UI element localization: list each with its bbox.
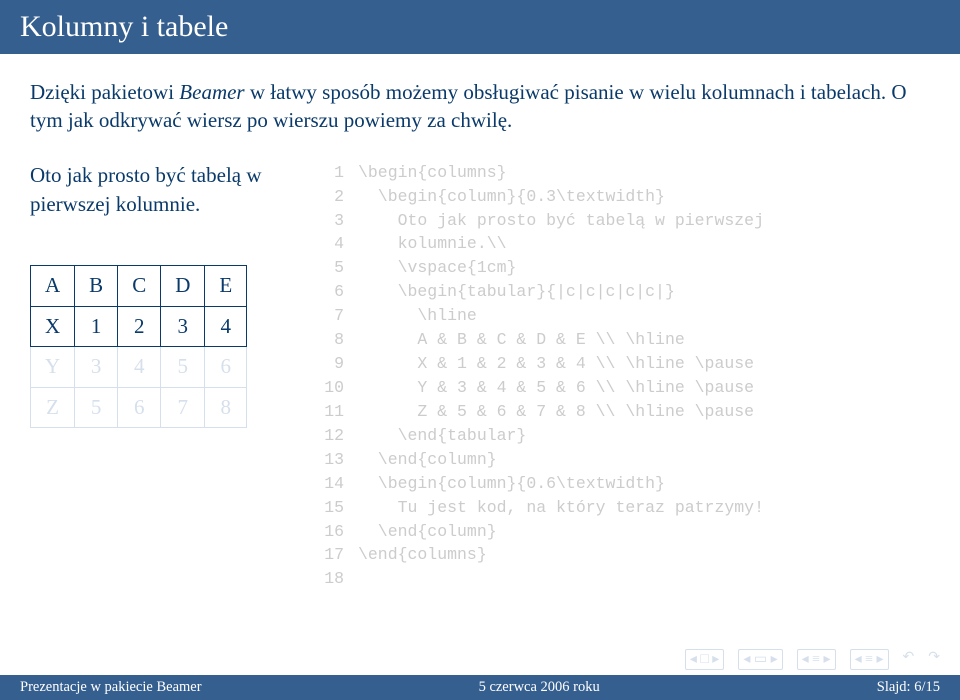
nav-subsection-icon[interactable]: ◂ ▭ ▸ xyxy=(738,649,782,670)
footer-left: Prezentacje w pakiecie Beamer xyxy=(20,679,202,696)
footer-right: Slajd: 6/15 xyxy=(877,679,940,696)
table-row: X 1 2 3 4 xyxy=(31,306,247,346)
table-row: Z 5 6 7 8 xyxy=(31,387,247,427)
slide-title: Kolumny i tabele xyxy=(0,0,960,54)
table-row: Y 3 4 5 6 xyxy=(31,347,247,387)
slide-content: Dzięki pakietowi Beamer w łatwy sposób m… xyxy=(0,54,960,591)
intro-text: Dzięki pakietowi Beamer w łatwy sposób m… xyxy=(30,78,930,135)
beamer-nav-icons: ◂ □ ▸ ◂ ▭ ▸ ◂ ≡ ▸ ◂ ≡ ▸ ↶ ↷ xyxy=(685,649,940,670)
left-column-text: Oto jak prosto być tabelą w pierwszej ko… xyxy=(30,161,294,220)
nav-forward-icon[interactable]: ↷ xyxy=(928,649,940,670)
nav-back-icon[interactable]: ↶ xyxy=(903,649,915,670)
nav-presentation-icon[interactable]: ◂ ≡ ▸ xyxy=(850,649,889,670)
nav-section-icon[interactable]: ◂ ≡ ▸ xyxy=(797,649,836,670)
code-listing: 1\begin{columns} 2 \begin{column}{0.3\te… xyxy=(314,161,930,592)
example-table: A B C D E X 1 2 3 4 Y 3 4 5 xyxy=(30,265,247,428)
footer-bar: Prezentacje w pakiecie Beamer 5 czerwca … xyxy=(0,675,960,700)
nav-frame-icon[interactable]: ◂ □ ▸ xyxy=(685,649,725,670)
table-row: A B C D E xyxy=(31,266,247,306)
footer-center: 5 czerwca 2006 roku xyxy=(479,679,600,696)
left-column: Oto jak prosto być tabelą w pierwszej ko… xyxy=(30,161,294,592)
